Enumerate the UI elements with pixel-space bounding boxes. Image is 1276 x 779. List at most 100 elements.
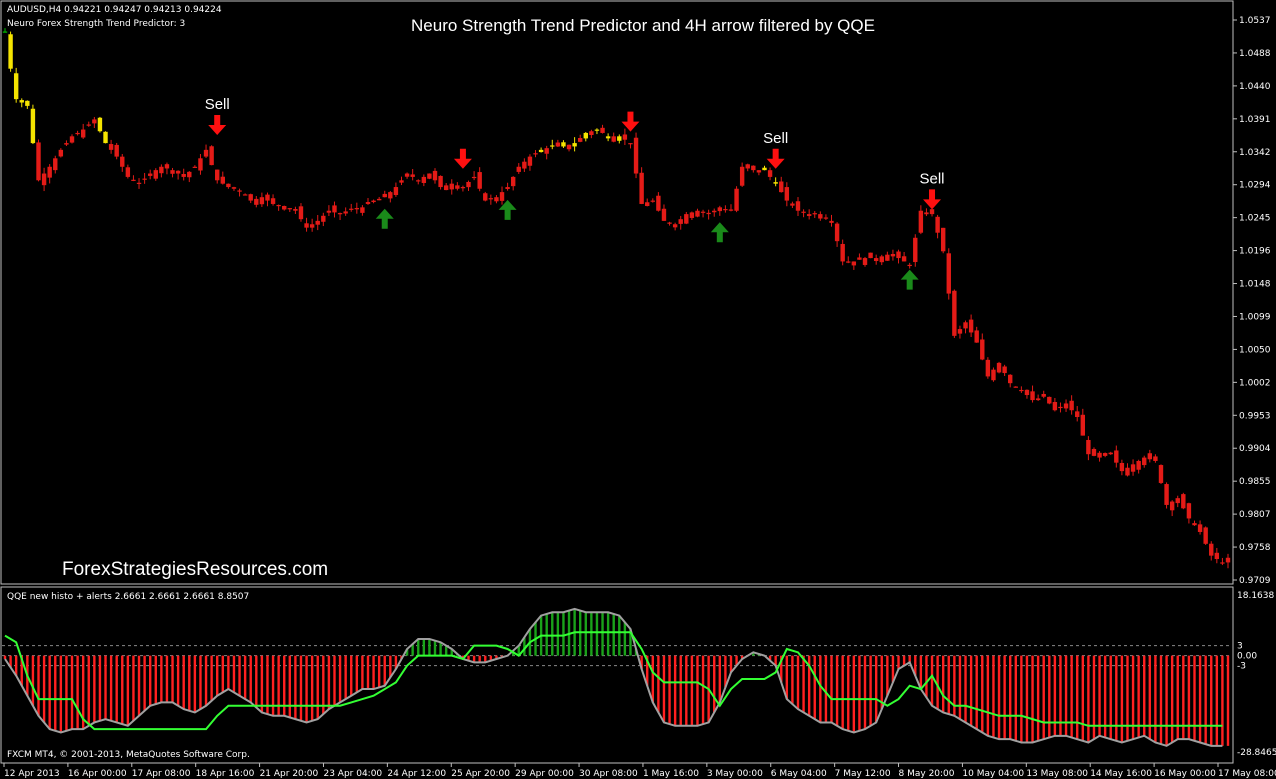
candle-body bbox=[399, 180, 404, 183]
candle-body bbox=[80, 129, 86, 138]
candle-body bbox=[633, 137, 639, 174]
qqe-title: QQE new histo + alerts 2.6661 2.6661 2.6… bbox=[7, 592, 249, 602]
candle-body bbox=[594, 129, 600, 131]
y-tick-label: 1.0050 bbox=[1239, 345, 1271, 355]
candle-body bbox=[812, 213, 817, 215]
candle-body bbox=[75, 132, 80, 135]
qqe-tick-label: 3 bbox=[1237, 642, 1243, 652]
candle-body bbox=[924, 212, 929, 215]
candle-body bbox=[929, 209, 935, 215]
candle-body bbox=[745, 164, 750, 169]
candle-body bbox=[215, 169, 220, 181]
signal-label: Sell bbox=[763, 130, 788, 147]
mt4-chart-window: 1.0537 1.0488 1.0440 1.0391 1.0342 1.0294 1.02… bbox=[0, 0, 1276, 779]
candle-body bbox=[628, 143, 633, 145]
candle-body bbox=[589, 131, 594, 136]
candle-body bbox=[1114, 450, 1119, 463]
candle-body bbox=[499, 192, 505, 201]
candle-body bbox=[717, 207, 723, 212]
candle-body bbox=[231, 187, 237, 189]
candle-body bbox=[337, 213, 343, 215]
candle-body bbox=[142, 178, 147, 180]
candle-body bbox=[834, 223, 840, 242]
candle-body bbox=[69, 136, 75, 143]
candle-body bbox=[259, 197, 265, 205]
candle-body bbox=[471, 176, 477, 179]
candle-body bbox=[410, 174, 415, 177]
candle-body bbox=[723, 209, 728, 211]
candle-body bbox=[309, 224, 315, 228]
candle-body bbox=[1019, 389, 1024, 392]
candle-body bbox=[1075, 411, 1080, 418]
candle-body bbox=[1203, 527, 1208, 544]
x-tick-label: 24 Apr 12:00 bbox=[387, 769, 446, 779]
candle-body bbox=[985, 359, 991, 377]
candle-body bbox=[510, 176, 516, 187]
candle-body bbox=[270, 198, 276, 204]
candle-body bbox=[527, 156, 533, 166]
candle-body bbox=[918, 210, 924, 233]
candle-body bbox=[806, 214, 812, 216]
candle-body bbox=[622, 134, 628, 140]
candle-body bbox=[1091, 448, 1097, 456]
candle-body bbox=[840, 243, 845, 262]
candle-body bbox=[767, 170, 773, 177]
candle-body bbox=[477, 172, 482, 189]
x-tick-label: 1 May 16:00 bbox=[643, 769, 699, 779]
candle-body bbox=[739, 166, 745, 186]
candle-body bbox=[790, 203, 795, 206]
candle-body bbox=[432, 170, 438, 181]
candle-body bbox=[1058, 406, 1063, 409]
candle-body bbox=[187, 171, 192, 178]
candle-body bbox=[695, 210, 700, 217]
x-tick-label: 25 Apr 20:00 bbox=[451, 769, 510, 779]
candle-body bbox=[1008, 374, 1013, 384]
candle-body bbox=[220, 176, 225, 184]
candle-body bbox=[25, 100, 30, 106]
candle-body bbox=[315, 220, 320, 225]
candle-body bbox=[885, 254, 890, 261]
candle-body bbox=[1197, 524, 1203, 532]
candle-body bbox=[940, 227, 946, 252]
y-tick-label: 1.0488 bbox=[1239, 49, 1271, 59]
candle-body bbox=[449, 183, 454, 190]
y-tick-label: 1.0294 bbox=[1239, 181, 1271, 191]
x-tick-label: 29 Apr 00:00 bbox=[515, 769, 574, 779]
candle-body bbox=[1069, 400, 1074, 411]
candle-body bbox=[952, 290, 957, 336]
candle-body bbox=[656, 195, 661, 211]
x-tick-label: 10 May 04:00 bbox=[962, 769, 1024, 779]
candle-body bbox=[170, 170, 175, 174]
candle-body bbox=[935, 216, 940, 233]
candle-body bbox=[555, 142, 561, 147]
x-tick-label: 18 Apr 16:00 bbox=[196, 769, 255, 779]
candle-body bbox=[823, 217, 829, 219]
candle-body bbox=[974, 330, 979, 343]
brand-watermark: ForexStrategiesResources.com bbox=[62, 559, 328, 580]
candle-body bbox=[242, 194, 248, 196]
candle-body bbox=[483, 193, 488, 201]
candle-body bbox=[873, 258, 879, 262]
candle-body bbox=[404, 173, 410, 177]
candle-body bbox=[566, 144, 572, 150]
candle-body bbox=[538, 149, 544, 153]
qqe-tick-label: -28.8465 bbox=[1237, 748, 1276, 758]
candle-body bbox=[332, 205, 337, 213]
candle-body bbox=[639, 172, 644, 204]
candle-body bbox=[226, 183, 231, 188]
candle-body bbox=[901, 256, 907, 262]
candle-body bbox=[64, 143, 69, 145]
candle-body bbox=[1119, 462, 1125, 472]
candle-body bbox=[427, 173, 432, 179]
x-tick-label: 6 May 04:00 bbox=[771, 769, 827, 779]
candle-body bbox=[125, 167, 131, 177]
candle-body bbox=[689, 212, 695, 218]
candle-body bbox=[1209, 543, 1214, 556]
y-tick-label: 1.0342 bbox=[1239, 148, 1271, 158]
candle-body bbox=[879, 256, 884, 263]
candle-body bbox=[706, 212, 711, 215]
candle-body bbox=[946, 253, 951, 294]
candle-body bbox=[41, 173, 47, 186]
candle-body bbox=[829, 220, 834, 223]
candle-body bbox=[1192, 523, 1197, 526]
